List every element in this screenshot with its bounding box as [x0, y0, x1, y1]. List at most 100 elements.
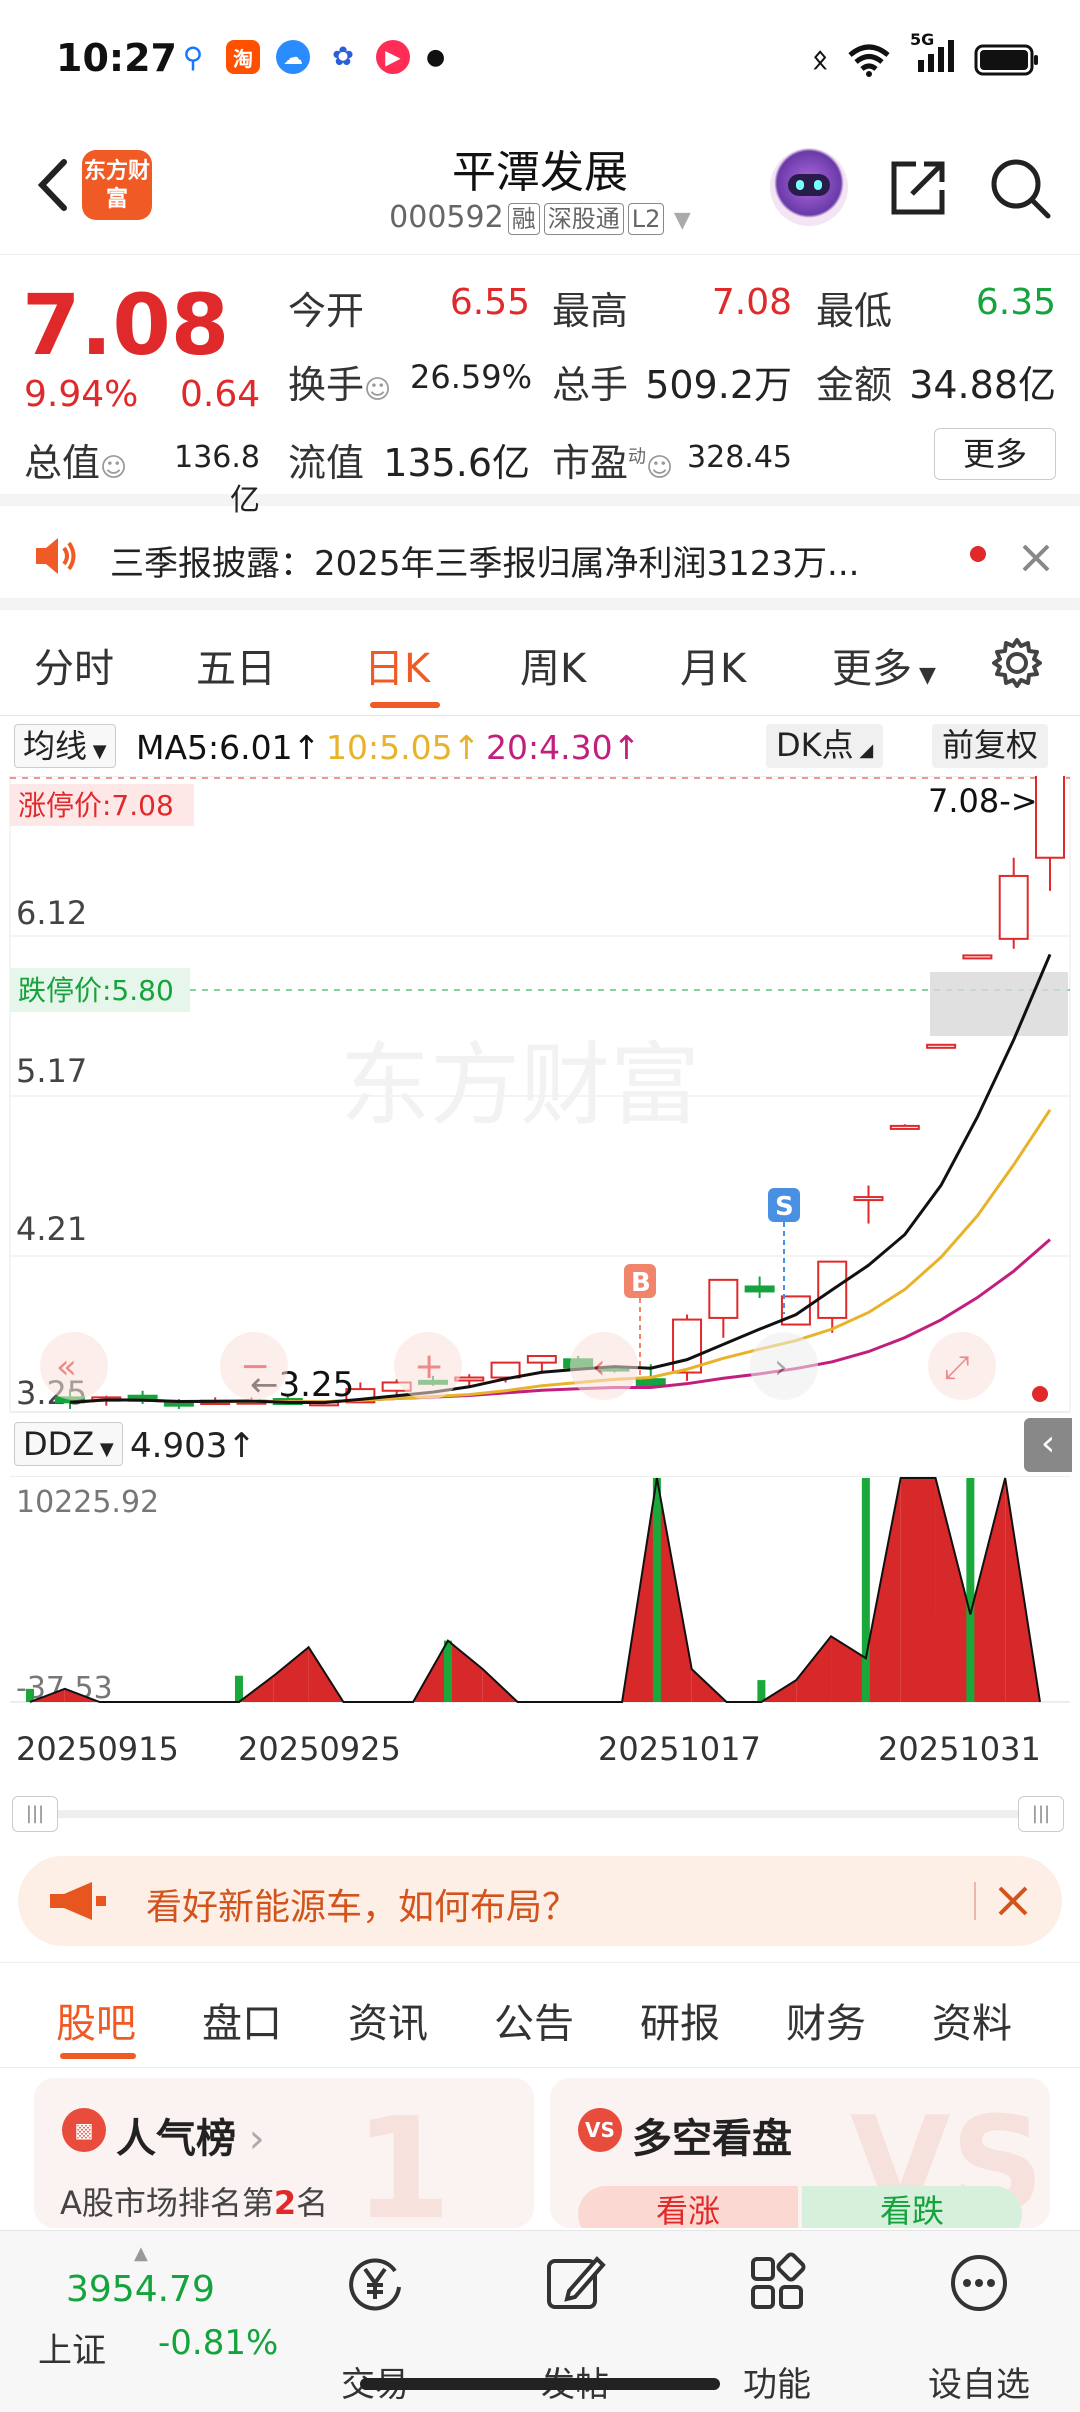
close-icon[interactable] [994, 1882, 1032, 1920]
kline-chart[interactable]: 东方财富 涨停价:7.08 跌停价:5.80 6.12 5.17 4.21 3.… [0, 776, 1080, 1414]
info-icon[interactable]: ☺ [364, 375, 391, 405]
tab-daily-k[interactable]: 日K [364, 636, 430, 694]
chevron-down-icon: ▼ [673, 208, 691, 233]
info-icon[interactable]: ☺ [100, 453, 127, 483]
date-label: 20251031 [878, 1730, 1041, 1768]
ddz-indicator-row: DDZ ▼ 4.903↑ ‹ [0, 1414, 1080, 1476]
promo-banner[interactable]: 看好新能源车，如何布局？ [18, 1856, 1062, 1946]
ddz-bar [409, 1641, 417, 1702]
notice-banner[interactable]: 三季报披露：2025年三季报归属净利润3123万... [0, 506, 1080, 610]
candle-body[interactable] [526, 1354, 557, 1364]
close-icon[interactable] [1016, 538, 1056, 578]
ddz-area-segment [447, 1640, 483, 1702]
candle-body[interactable] [490, 1361, 521, 1379]
bull-button[interactable]: 看涨 [578, 2186, 798, 2228]
share-icon[interactable] [886, 156, 950, 220]
candle-body[interactable] [962, 954, 993, 960]
nav-trade[interactable]: 交易 [300, 2251, 450, 2405]
tab-five-day[interactable]: 五日 [196, 636, 276, 694]
ddz-bar [861, 1478, 870, 1702]
tab-research[interactable]: 研报 [640, 1991, 720, 2049]
grid-icon [751, 2252, 806, 2309]
yen-circle-icon [349, 2258, 401, 2311]
candle-body[interactable] [853, 1196, 884, 1202]
index-ticker[interactable]: ▲ 3954.79 上证 -0.81% [22, 2243, 282, 2393]
ddz-bar [757, 1680, 766, 1702]
ddz-bar [966, 1478, 975, 1702]
dk-point-button[interactable]: DK点 ◢ [766, 724, 884, 768]
info-icon[interactable]: ☺ [646, 453, 673, 483]
index-value: 3954.79 [66, 2269, 215, 2310]
indicator-select[interactable]: 均线 ▼ [14, 724, 116, 768]
minus-icon: − [240, 1346, 270, 1387]
speaker-icon [36, 538, 76, 574]
candle-body[interactable] [998, 874, 1029, 940]
connect-tag: 深股通 [543, 203, 624, 235]
candle-body[interactable] [926, 1043, 957, 1049]
home-indicator[interactable] [360, 2378, 720, 2390]
expand-icon: ⤢ [944, 1348, 970, 1386]
nav-post[interactable]: 发帖 [500, 2251, 650, 2405]
sell-marker[interactable]: S [768, 1188, 800, 1314]
more-button[interactable]: 更多 [934, 428, 1056, 480]
index-change: -0.81% [158, 2323, 279, 2363]
tab-profile[interactable]: 资料 [932, 1991, 1012, 2049]
tab-intraday[interactable]: 分时 [34, 636, 114, 694]
candle-body[interactable] [672, 1318, 703, 1374]
candle-body[interactable] [744, 1285, 775, 1293]
ddz-indicator-select[interactable]: DDZ ▼ [14, 1422, 123, 1466]
scroll-handle-left[interactable]: ||| [12, 1796, 58, 1832]
tab-forum[interactable]: 股吧 [56, 1991, 136, 2049]
bear-button[interactable]: 看跌 [802, 2186, 1022, 2228]
bull-bear-card[interactable]: VS VS 多空看盘 看涨 看跌 [550, 2078, 1050, 2228]
double-chevron-left-icon: « [56, 1347, 77, 1387]
nav-functions[interactable]: 功能 [702, 2251, 852, 2405]
tab-more[interactable]: 更多 ▼ [832, 636, 936, 694]
candle-body[interactable] [708, 1278, 739, 1319]
candle-body[interactable] [889, 1124, 920, 1130]
pe-value: 328.45 [687, 440, 792, 475]
tab-news[interactable]: 资讯 [348, 1991, 428, 2049]
nav-add-watchlist[interactable]: 设自选 [904, 2251, 1054, 2405]
notification-icons: ⚲ 淘 ☁ ✿ ▶ ● [176, 40, 445, 74]
collapse-panel-button[interactable]: ‹ [1024, 1418, 1072, 1472]
x-axis-dates: 20250915 20250925 20251017 20251031 [0, 1722, 1080, 1778]
promo-text: 看好新能源车，如何布局？ [146, 1887, 579, 1928]
timeline-scrollbar[interactable]: ||| ||| [12, 1796, 1064, 1832]
candle-body[interactable] [1035, 776, 1065, 859]
tab-monthly-k[interactable]: 月K [680, 636, 746, 694]
music-icon: ▶ [376, 40, 410, 74]
low-value: 6.35 [975, 282, 1056, 323]
pe-label: 市盈动☺ [552, 441, 674, 485]
ma20-line [69, 1238, 1051, 1404]
ma5-value: MA5:6.01↑ [136, 728, 321, 767]
ma5-line [69, 953, 1052, 1405]
scroll-handle-right[interactable]: ||| [1018, 1796, 1064, 1832]
last-price-tag: 7.08-> [928, 782, 1038, 820]
quote-panel: 7.08 9.94% 0.64 今开 6.55 最高 7.08 最低 6.35 … [0, 256, 1080, 518]
adjust-mode-button[interactable]: 前复权 [932, 724, 1049, 768]
content-tabs: 股吧 盘口 资讯 公告 研报 财务 资料 [0, 1962, 1080, 2068]
ddz-areas [26, 1478, 1040, 1702]
ai-assistant-icon[interactable] [770, 148, 848, 226]
tab-order-book[interactable]: 盘口 [202, 1991, 282, 2049]
high-label: 最高 [552, 289, 629, 333]
tab-financials[interactable]: 财务 [786, 1991, 866, 2049]
tab-announcements[interactable]: 公告 [494, 1991, 574, 2049]
popularity-title: 人气榜 › [116, 2116, 265, 2162]
open-value: 6.55 [449, 282, 530, 323]
cellular-icon: 5G [910, 30, 956, 81]
date-label: 20250915 [16, 1730, 179, 1768]
candle-body[interactable] [780, 1295, 811, 1326]
total-cap-label: 总值☺ [24, 441, 128, 485]
popularity-card[interactable]: 1 ▩ 人气榜 › A股市场排名第2名 [34, 2078, 534, 2228]
tab-weekly-k[interactable]: 周K [520, 636, 586, 694]
limit-up-label: 涨停价:7.08 [18, 789, 174, 822]
low-label: 最低 [816, 289, 893, 333]
unread-dot [970, 546, 986, 562]
search-icon[interactable] [988, 156, 1052, 220]
bluetooth-icon: ᛟ [812, 44, 828, 75]
candle-body[interactable] [635, 1378, 666, 1387]
settings-gear-icon[interactable] [990, 636, 1044, 690]
ddz-chart: 10225.92 -37.53 [10, 1476, 1070, 1706]
